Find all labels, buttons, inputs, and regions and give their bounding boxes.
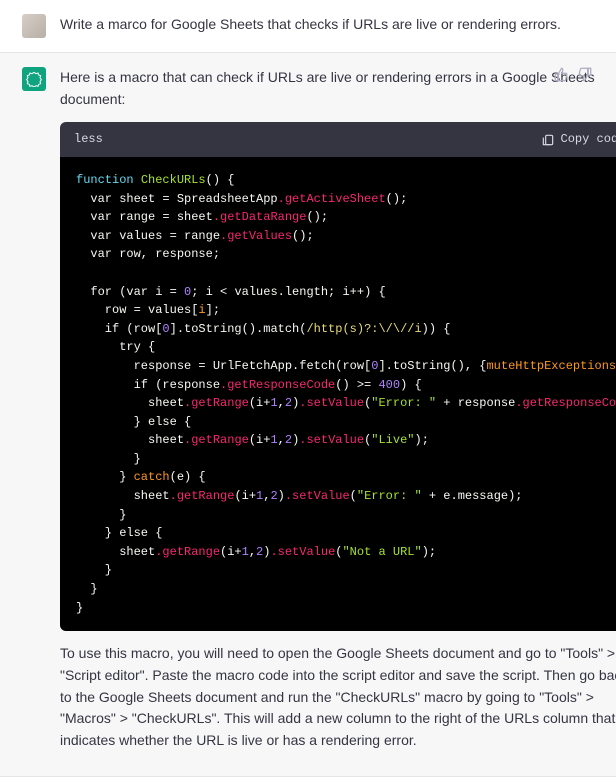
assistant-intro: Here is a macro that can check if URLs a… — [60, 67, 616, 110]
openai-logo-icon — [26, 71, 42, 87]
code-toolbar: less Copy code — [60, 122, 616, 157]
user-avatar — [22, 14, 46, 38]
code-language-label: less — [74, 130, 103, 149]
thumbs-down-icon[interactable] — [577, 67, 592, 82]
feedback-buttons — [554, 67, 592, 82]
clipboard-icon — [541, 133, 555, 147]
copy-code-button[interactable]: Copy code — [541, 130, 616, 149]
code-block: less Copy code function CheckURLs() { va… — [60, 122, 616, 631]
user-prompt: Write a marco for Google Sheets that che… — [60, 14, 594, 36]
assistant-avatar — [22, 67, 46, 91]
assistant-outro: To use this macro, you will need to open… — [60, 643, 616, 751]
code-content[interactable]: function CheckURLs() { var sheet = Sprea… — [60, 157, 616, 631]
user-message: Write a marco for Google Sheets that che… — [0, 0, 616, 53]
copy-code-label: Copy code — [561, 130, 616, 149]
assistant-message: Here is a macro that can check if URLs a… — [0, 53, 616, 777]
thumbs-up-icon[interactable] — [554, 67, 569, 82]
